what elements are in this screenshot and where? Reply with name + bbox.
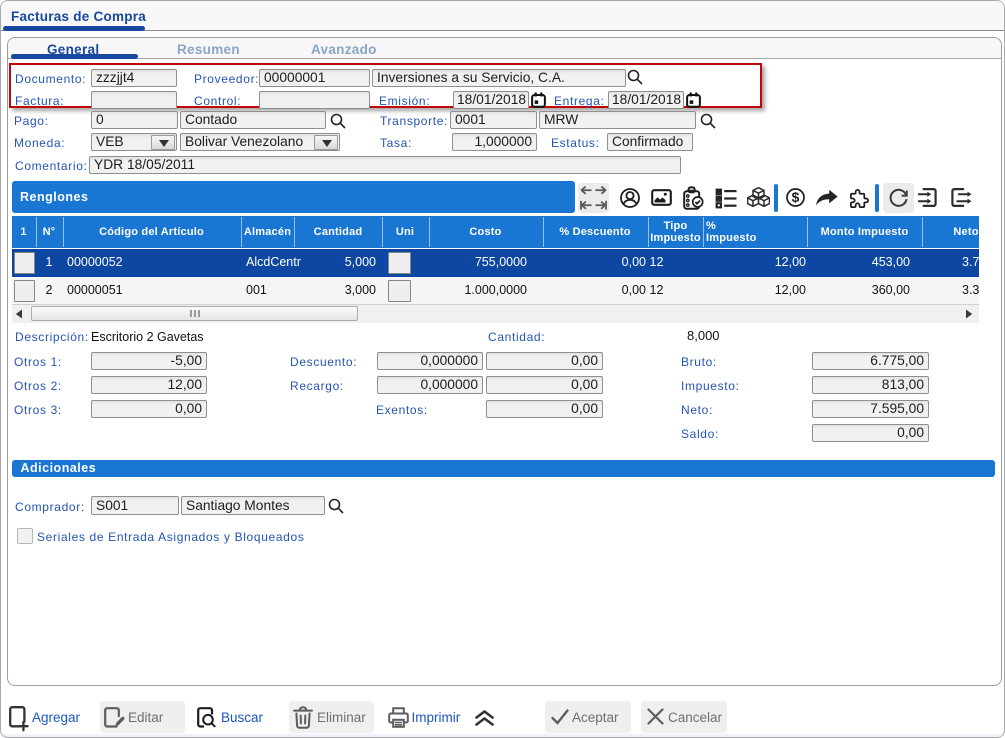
svg-text:$: $ <box>792 190 800 205</box>
